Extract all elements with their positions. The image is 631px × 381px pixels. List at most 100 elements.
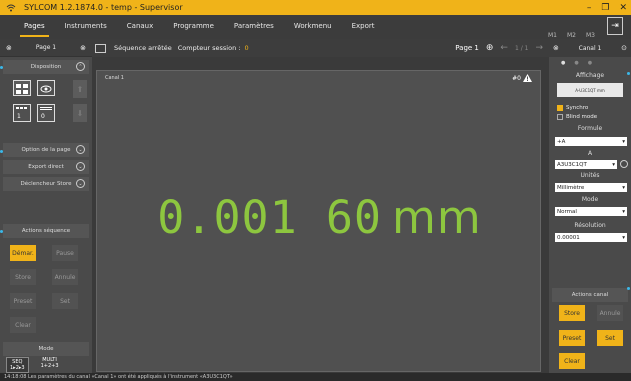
clear-button[interactable]: Clear — [10, 317, 36, 333]
tab-dot-1[interactable]: ● — [561, 60, 565, 66]
measurement-value: 0.001 60 mm — [97, 191, 542, 244]
formula-select[interactable]: +A ▾ — [555, 137, 627, 146]
layout-field-2: 0 — [41, 113, 45, 120]
dropdown-arrow-icon: ▾ — [622, 208, 625, 215]
section-mode: Mode — [3, 342, 89, 356]
resolution-label: Résolution — [574, 222, 606, 229]
layout-columns-icon[interactable]: 1 — [13, 104, 31, 122]
blind-mode-checkbox[interactable]: Blind mode — [557, 114, 597, 120]
formula-label: Formule — [577, 125, 603, 132]
title-bar: SYLCOM 1.2.1874.0 - temp - Supervisor – … — [0, 0, 631, 15]
synchro-checkbox[interactable]: Synchro — [557, 105, 588, 111]
channel-header: ⊗ Canal 1 ⊙ — [549, 39, 631, 57]
preset-button[interactable]: Preset — [10, 293, 36, 309]
close-button[interactable]: ✕ — [619, 3, 627, 13]
app-window: SYLCOM 1.2.1874.0 - temp - Supervisor – … — [0, 0, 631, 381]
section-store-trigger[interactable]: Déclencheur Store ⌄ — [3, 177, 89, 191]
move-down-icon[interactable]: ⬇ — [73, 104, 87, 122]
expand-icon[interactable]: ⌄ — [76, 179, 85, 188]
status-bar: 14:18:08 Les paramètres du canal «Canal … — [0, 373, 631, 381]
minimize-button[interactable]: – — [587, 3, 592, 13]
channel-name: Canal 1 — [105, 75, 124, 81]
channel-clear-button[interactable]: Clear — [559, 353, 585, 369]
start-button[interactable]: Démar. — [10, 245, 36, 261]
measurement-unit: mm — [392, 191, 482, 244]
set-button[interactable]: Set — [52, 293, 78, 309]
cancel-button[interactable]: Annule — [52, 269, 78, 285]
section-channel-actions: Actions canal — [552, 288, 628, 302]
tab-dot-2[interactable]: ● — [574, 60, 578, 66]
layout-grid: ⬆ 1 0 ⬇ — [3, 74, 89, 140]
menu-canaux[interactable]: Canaux — [117, 15, 163, 39]
a-label: A — [587, 150, 593, 157]
menu-bar: Pages Instruments Canaux Programme Param… — [0, 15, 631, 39]
page-header-title: Page 1 — [35, 44, 57, 51]
a-info-icon[interactable] — [620, 160, 628, 168]
channel-set-button[interactable]: Set — [597, 330, 623, 346]
menu-pages[interactable]: Pages — [14, 15, 55, 39]
tab-m3[interactable]: M3 — [586, 32, 595, 39]
warning-count: #0 — [512, 74, 521, 82]
section-disposition[interactable]: Disposition ⌃ — [3, 60, 89, 74]
section-page-options[interactable]: Option de la page ⌄ — [3, 143, 89, 157]
channel-display[interactable]: Canal 1 #0 0.001 60 mm — [96, 70, 541, 372]
layout-field-1: 1 — [17, 113, 21, 120]
channel-store-button[interactable]: Store — [559, 305, 585, 321]
menu-instruments[interactable]: Instruments — [55, 15, 117, 39]
highlight-marker — [0, 230, 3, 233]
mode-seq-button[interactable]: SEQ 1▸2▸3 — [6, 357, 29, 373]
mode-multi-button[interactable]: MULTI 1+2+3 — [41, 357, 59, 373]
prev-page-arrow-icon[interactable]: ← — [500, 43, 508, 53]
menu-parametres[interactable]: Paramètres — [224, 15, 284, 39]
prev-channel-icon[interactable]: ⊗ — [553, 44, 559, 52]
maximize-button[interactable]: ❐ — [601, 3, 609, 13]
section-direct-export[interactable]: Export direct ⌄ — [3, 160, 89, 174]
page-header: ⊗ Page 1 ⊗ — [0, 39, 92, 57]
layout-grid-icon[interactable] — [13, 80, 31, 96]
pause-button[interactable]: Pause — [52, 245, 78, 261]
channel-cancel-button[interactable]: Annule — [597, 305, 623, 321]
prev-page-icon[interactable]: ⊗ — [6, 44, 12, 52]
section-sequence-actions: Actions séquence — [3, 224, 89, 238]
close-page-icon[interactable]: ⊗ — [80, 44, 86, 52]
mode-select[interactable]: Normal ▾ — [555, 207, 627, 216]
display-preview[interactable]: A-U3C1QT mm — [557, 83, 623, 97]
tab-m2[interactable]: M2 — [567, 32, 576, 39]
next-channel-icon[interactable]: ⊙ — [621, 44, 627, 52]
layout-rows-icon[interactable]: 0 — [37, 104, 55, 122]
exit-icon[interactable]: ⇥ — [607, 17, 623, 35]
a-select[interactable]: A3U3C1QT ▾ — [555, 160, 617, 169]
sequence-toolbar: Séquence arrêtée Compteur session : 0 Pa… — [92, 39, 549, 57]
layout-eye-icon[interactable] — [37, 80, 55, 96]
channel-preset-button[interactable]: Preset — [559, 330, 585, 346]
next-page-arrow-icon[interactable]: → — [535, 43, 543, 53]
window-title: SYLCOM 1.2.1874.0 - temp - Supervisor — [24, 3, 183, 12]
move-up-icon[interactable]: ⬆ — [73, 80, 87, 98]
highlight-marker — [0, 66, 3, 69]
wifi-logo-icon — [4, 1, 18, 15]
units-select[interactable]: Millimètre ▾ — [555, 183, 627, 192]
units-label: Unités — [580, 172, 600, 179]
collapse-icon[interactable]: ⌃ — [76, 62, 85, 71]
menu-export[interactable]: Export — [342, 15, 385, 39]
page-count: 1 / 1 — [514, 44, 529, 52]
menu-programme[interactable]: Programme — [163, 15, 224, 39]
display-label: Affichage — [575, 72, 605, 79]
session-counter-label: Compteur session : — [177, 44, 241, 52]
highlight-marker — [0, 150, 3, 153]
dropdown-arrow-icon: ▾ — [612, 161, 615, 168]
sequence-icon[interactable] — [95, 43, 106, 53]
dropdown-arrow-icon: ▾ — [622, 138, 625, 145]
expand-icon[interactable]: ⌄ — [76, 162, 85, 171]
expand-icon[interactable]: ⌄ — [76, 145, 85, 154]
resolution-select[interactable]: 0.00001 ▾ — [555, 233, 627, 242]
menu-workmenu[interactable]: Workmenu — [284, 15, 342, 39]
tab-m1[interactable]: M1 — [548, 32, 557, 39]
add-page-icon[interactable]: ⊕ — [486, 43, 494, 53]
store-button[interactable]: Store — [10, 269, 36, 285]
left-panel: ⊗ Page 1 ⊗ Disposition ⌃ ⬆ 1 0 ⬇ Option … — [0, 39, 92, 373]
tab-dot-3[interactable]: ● — [588, 60, 592, 66]
session-counter-value: 0 — [244, 44, 249, 52]
mode-selector: SEQ 1▸2▸3 MULTI 1+2+3 — [6, 357, 59, 373]
highlight-marker — [627, 287, 630, 290]
